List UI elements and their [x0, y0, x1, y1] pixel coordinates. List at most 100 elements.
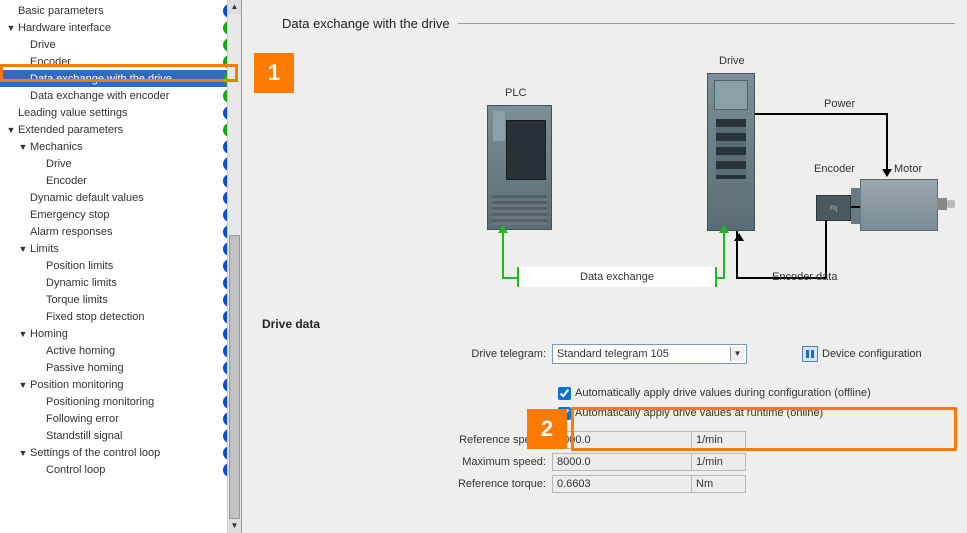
ref-torque-unit[interactable]: Nm: [691, 475, 746, 493]
main-panel: Data exchange with the drive PLC Drive P…: [242, 0, 967, 533]
tree-item[interactable]: ▼Settings of the control loop✓: [0, 444, 241, 461]
tree-item[interactable]: ▼Homing✓: [0, 325, 241, 342]
tree-item[interactable]: ▼Position monitoring✓: [0, 376, 241, 393]
ref-torque-label: Reference torque:: [262, 478, 552, 490]
expander-icon[interactable]: ▼: [18, 448, 28, 458]
nav-tree: Basic parameters✓▼Hardware interface✓Dri…: [0, 0, 242, 533]
tree-item-label: Mechanics: [28, 141, 83, 153]
tree-item[interactable]: Following error✓: [0, 410, 241, 427]
auto-apply-online-row[interactable]: Automatically apply drive values at runt…: [262, 403, 947, 423]
tree-item[interactable]: ▼Mechanics✓: [0, 138, 241, 155]
tree-item-label: Dynamic default values: [28, 192, 144, 204]
tree-item-label: Position limits: [44, 260, 113, 272]
tree-item[interactable]: Emergency stop✓: [0, 206, 241, 223]
plc-device: [487, 105, 552, 230]
tree-item-label: Hardware interface: [16, 22, 111, 34]
tree-item-label: Extended parameters: [16, 124, 123, 136]
drive-label: Drive: [719, 55, 745, 67]
callout-1: 1: [254, 53, 294, 93]
tree-item-label: Drive: [28, 39, 56, 51]
tree-item[interactable]: Drive✓: [0, 36, 241, 53]
auto-apply-offline-label: Automatically apply drive values during …: [575, 387, 871, 399]
tree-item-label: Active homing: [44, 345, 115, 357]
tree-item-label: Data exchange with the drive: [28, 73, 172, 85]
tree-item[interactable]: Data exchange with the drive✓: [0, 70, 241, 87]
expander-icon[interactable]: ▼: [18, 244, 28, 254]
section-title: Data exchange with the drive: [282, 16, 450, 31]
auto-apply-offline-checkbox[interactable]: [558, 387, 571, 400]
tree-item-label: Basic parameters: [16, 5, 104, 17]
scroll-up-arrow[interactable]: ▲: [228, 0, 241, 14]
tree-item[interactable]: Data exchange with encoder✓: [0, 87, 241, 104]
motor-label: Motor: [894, 163, 922, 175]
tree-item-label: Standstill signal: [44, 430, 122, 442]
tree-item-label: Drive: [44, 158, 72, 170]
max-speed-input[interactable]: 8000.0: [552, 453, 692, 471]
expander-icon[interactable]: ▼: [18, 329, 28, 339]
encoder-label: Encoder: [814, 163, 855, 175]
tree-item[interactable]: Dynamic default values✓: [0, 189, 241, 206]
data-exchange-label: Data exchange: [517, 267, 717, 287]
tree-item[interactable]: Encoder✓: [0, 172, 241, 189]
tree-item-label: Limits: [28, 243, 59, 255]
tree-item[interactable]: Positioning monitoring✓: [0, 393, 241, 410]
tree-item[interactable]: ▼Limits✓: [0, 240, 241, 257]
tree-item[interactable]: ▼Hardware interface✓: [0, 19, 241, 36]
ref-speed-label: Reference speed:: [262, 434, 552, 446]
tree-item[interactable]: ▼Extended parameters✓: [0, 121, 241, 138]
tree-item[interactable]: Dynamic limits✓: [0, 274, 241, 291]
tree-item[interactable]: Position limits✓: [0, 257, 241, 274]
tree-item[interactable]: Encoder✓: [0, 53, 241, 70]
callout-2: 2: [527, 409, 567, 449]
tree-scrollbar[interactable]: ▲ ▼: [227, 0, 241, 533]
ref-speed-unit[interactable]: 1/min: [691, 431, 746, 449]
header-divider: [458, 23, 955, 24]
max-speed-label: Maximum speed:: [262, 456, 552, 468]
tree-item-label: Dynamic limits: [44, 277, 117, 289]
tree-item-label: Positioning monitoring: [44, 396, 154, 408]
tree-item-label: Data exchange with encoder: [28, 90, 169, 102]
section-header: Data exchange with the drive: [242, 0, 967, 35]
auto-apply-online-label: Automatically apply drive values at runt…: [575, 407, 823, 419]
chevron-down-icon[interactable]: ▼: [730, 347, 744, 361]
expander-icon[interactable]: ▼: [6, 125, 16, 135]
tree-item-label: Emergency stop: [28, 209, 109, 221]
tree-item-label: Settings of the control loop: [28, 447, 160, 459]
drive-data-header: Drive data: [262, 313, 947, 343]
power-label: Power: [824, 98, 855, 110]
ref-torque-input[interactable]: 0.6603: [552, 475, 692, 493]
tree-item[interactable]: Control loop✓: [0, 461, 241, 478]
telegram-value: Standard telegram 105: [557, 348, 669, 360]
tree-item[interactable]: Fixed stop detection✓: [0, 308, 241, 325]
telegram-label: Drive telegram:: [262, 348, 552, 360]
tree-item[interactable]: Torque limits✓: [0, 291, 241, 308]
tree-item-label: Torque limits: [44, 294, 108, 306]
ref-speed-input[interactable]: 8000.0: [552, 431, 692, 449]
tree-item[interactable]: Active homing✓: [0, 342, 241, 359]
scroll-down-arrow[interactable]: ▼: [228, 519, 241, 533]
tree-item-label: Homing: [28, 328, 68, 340]
scroll-thumb[interactable]: [229, 235, 240, 519]
device-configuration-button[interactable]: Device configuration: [802, 346, 922, 362]
drive-device: [707, 73, 755, 231]
tree-item-label: Fixed stop detection: [44, 311, 144, 323]
expander-icon[interactable]: ▼: [6, 23, 16, 33]
tree-item[interactable]: Basic parameters✓: [0, 2, 241, 19]
tree-item-label: Leading value settings: [16, 107, 127, 119]
tree-item[interactable]: Drive✓: [0, 155, 241, 172]
tree-item-label: Alarm responses: [28, 226, 113, 238]
auto-apply-offline-row[interactable]: Automatically apply drive values during …: [262, 383, 947, 403]
encoder-data-label: Encoder data: [772, 271, 837, 283]
expander-icon[interactable]: ▼: [18, 380, 28, 390]
tree-item[interactable]: Leading value settings✓: [0, 104, 241, 121]
tree-item-label: Encoder: [28, 56, 71, 68]
encoder-device: [816, 195, 851, 221]
tree-item-label: Passive homing: [44, 362, 124, 374]
tree-item[interactable]: Passive homing✓: [0, 359, 241, 376]
max-speed-unit[interactable]: 1/min: [691, 453, 746, 471]
tree-item[interactable]: Alarm responses✓: [0, 223, 241, 240]
tree-item[interactable]: Standstill signal✓: [0, 427, 241, 444]
telegram-dropdown[interactable]: Standard telegram 105 ▼: [552, 344, 747, 364]
plc-label: PLC: [505, 87, 526, 99]
expander-icon[interactable]: ▼: [18, 142, 28, 152]
